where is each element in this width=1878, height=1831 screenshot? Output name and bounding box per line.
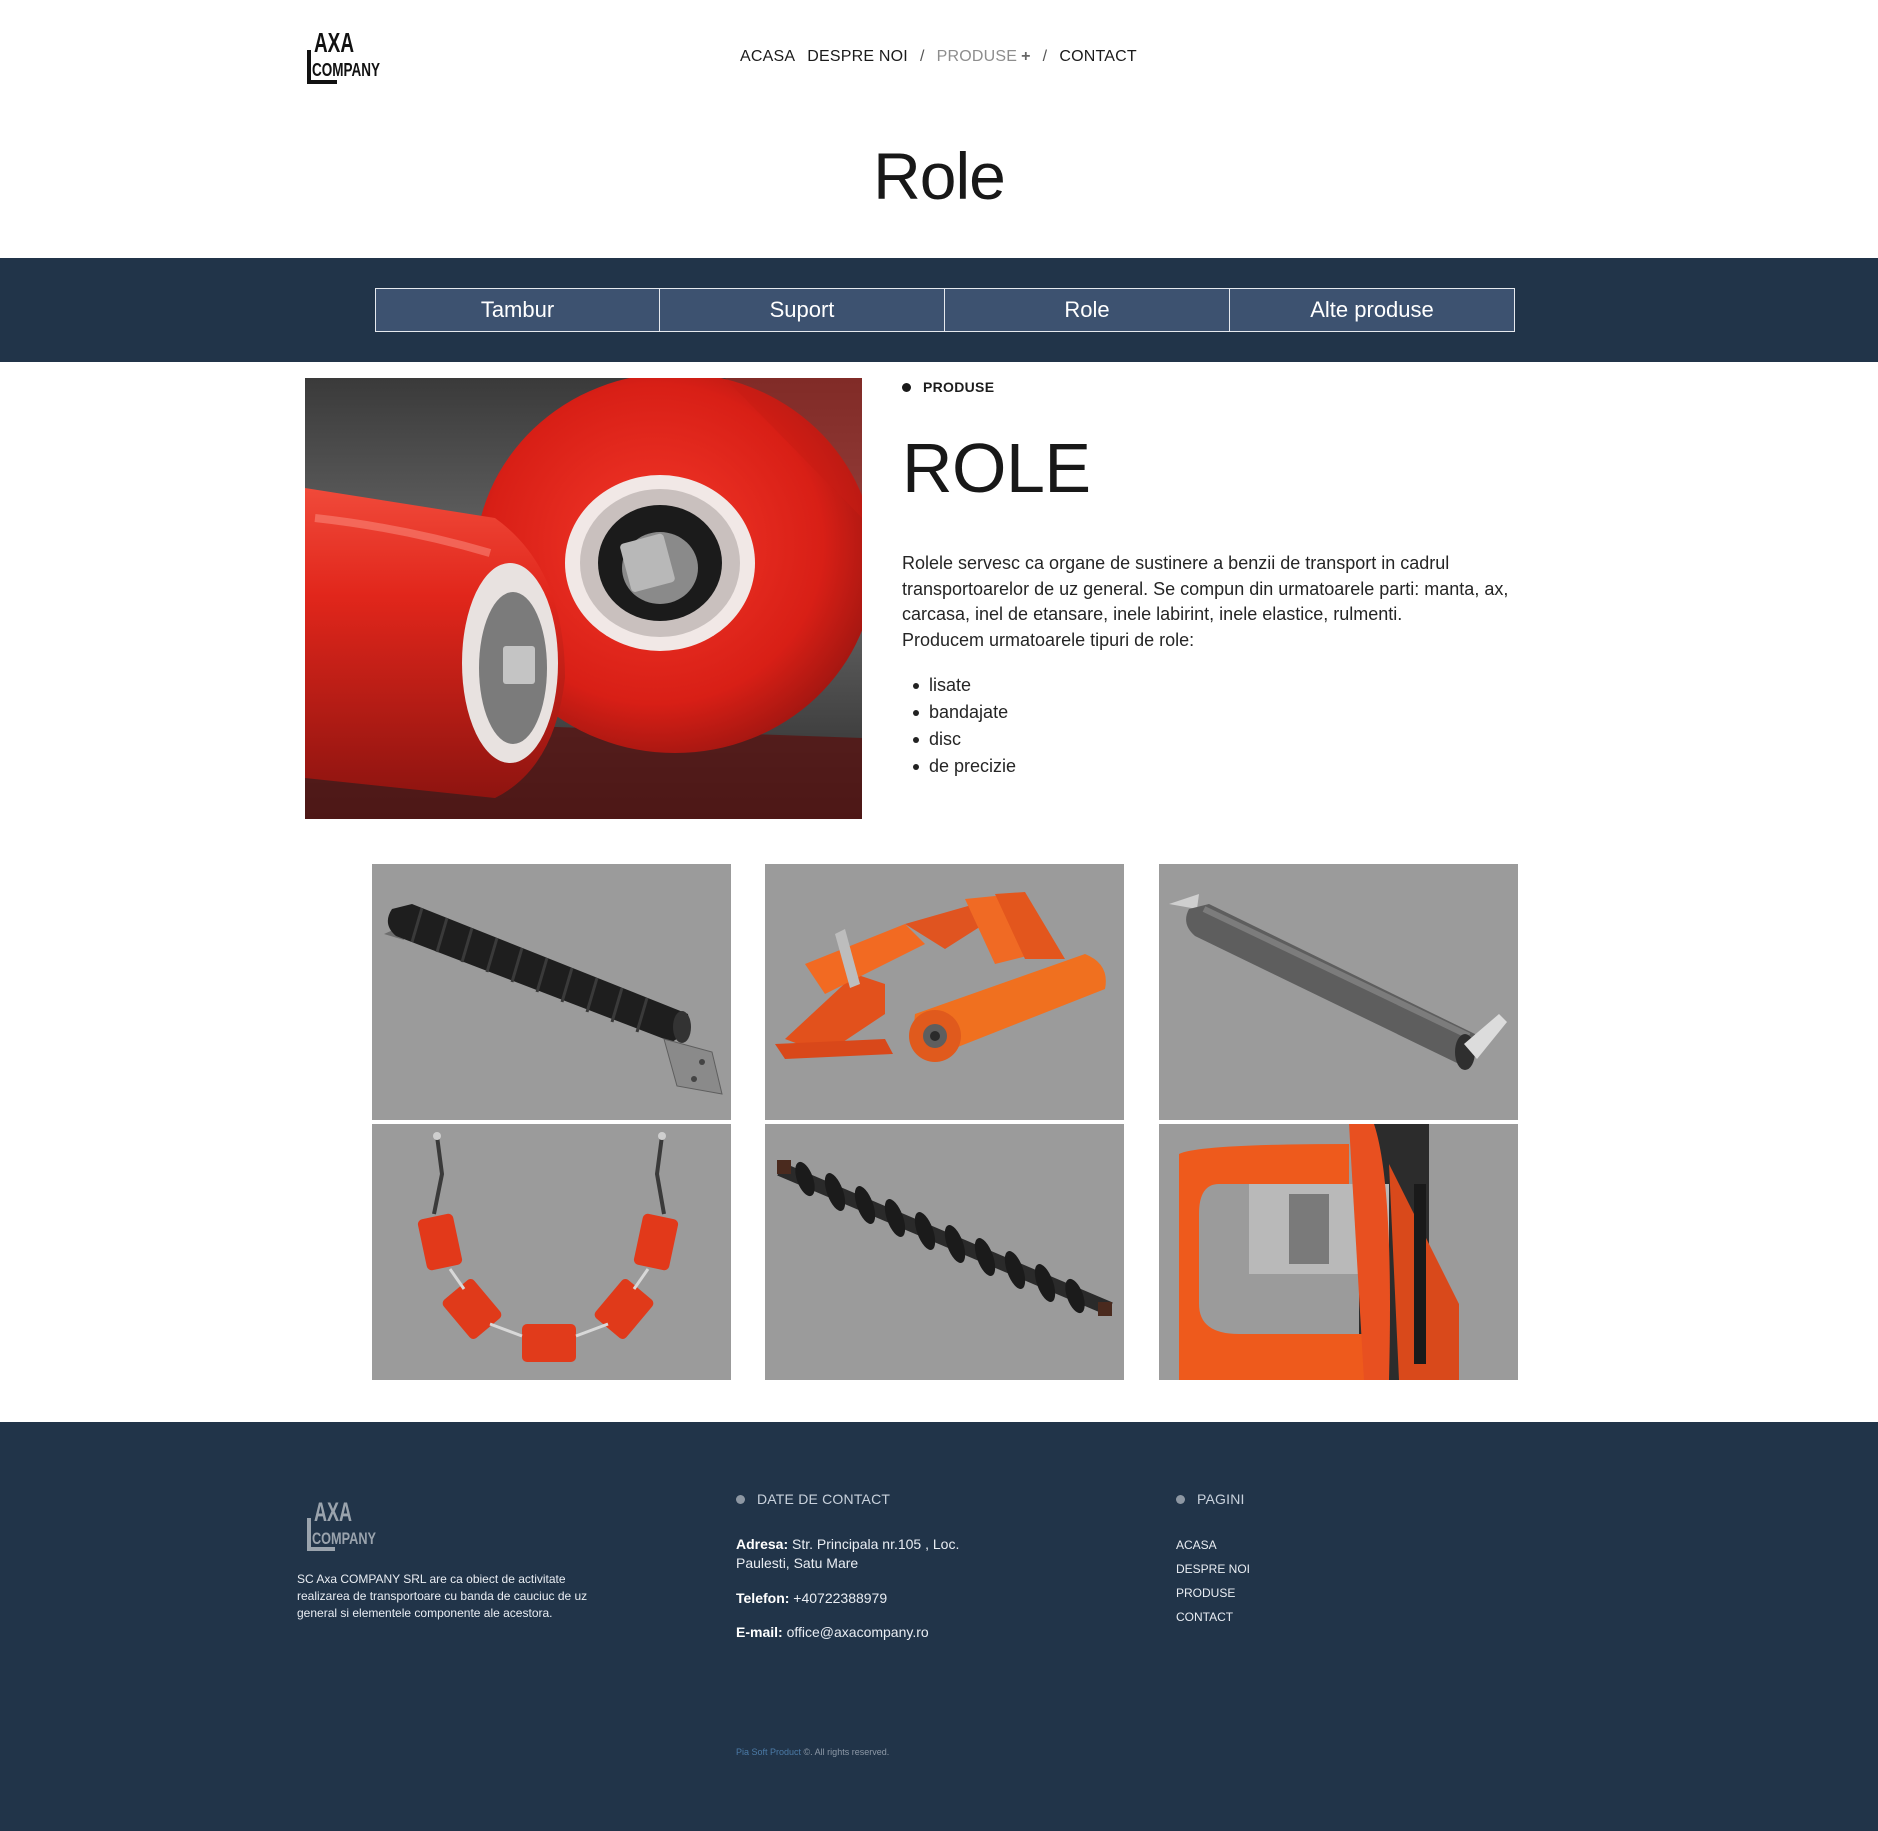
footer-phone: Telefon: +40722388979: [736, 1589, 887, 1608]
contact-heading-label: DATE DE CONTACT: [757, 1491, 891, 1507]
gallery-image-spiral-roller[interactable]: [765, 1124, 1124, 1380]
list-item: bandajate: [911, 699, 1016, 726]
footer-pages-heading: PAGINI: [1176, 1491, 1245, 1507]
eyebrow-label: PRODUSE: [923, 379, 995, 395]
footer-logo-axa: AXA: [314, 1498, 352, 1527]
page-title: Role: [873, 139, 1006, 213]
footer-email: E-mail: office@axacompany.ro: [736, 1623, 929, 1642]
tab-tambur[interactable]: Tambur: [375, 288, 660, 332]
gallery-image-return-roller[interactable]: [1159, 864, 1518, 1120]
tab-alte-produse[interactable]: Alte produse: [1230, 288, 1515, 332]
copyright-text: ©. All rights reserved.: [801, 1747, 890, 1757]
nav-separator: /: [1042, 48, 1048, 65]
nav-contact[interactable]: CONTACT: [1059, 48, 1137, 66]
email-value[interactable]: office@axacompany.ro: [787, 1624, 929, 1640]
gallery-image-impact-roller[interactable]: [372, 864, 731, 1120]
footer-about-text: SC Axa COMPANY SRL are ca obiect de acti…: [297, 1572, 588, 1620]
logo-text-company: COMPANY: [312, 60, 380, 80]
footer-address: Adresa: Str. Principala nr.105 , Loc. Pa…: [736, 1535, 996, 1573]
hero-roller-image: [305, 378, 862, 819]
company-logo[interactable]: AXA COMPANY: [306, 27, 382, 86]
list-item: lisate: [911, 672, 1016, 699]
description-text: Rolele servesc ca organe de sustinere a …: [902, 553, 1509, 624]
section-eyebrow: PRODUSE: [902, 379, 994, 395]
phone-label: Telefon:: [736, 1590, 790, 1606]
gallery-image-bracket-closeup[interactable]: [1159, 1124, 1518, 1380]
product-description: Rolele servesc ca organe de sustinere a …: [902, 551, 1542, 653]
bullet-dot-icon: [902, 382, 911, 392]
tab-suport[interactable]: Suport: [660, 288, 945, 332]
address-line1: Str. Principala nr.105 , Loc.: [792, 1536, 960, 1552]
description-list-intro: Producem urmatoarele tipuri de role:: [902, 629, 1195, 650]
nav-produse-label: PRODUSE: [936, 48, 1018, 65]
logo-text-axa: AXA: [314, 28, 354, 58]
footer-link-acasa[interactable]: ACASA: [1176, 1533, 1250, 1557]
main-nav: ACASA DESPRE NOI / PRODUSE + / CONTACT: [740, 48, 1137, 66]
list-item: disc: [911, 726, 1016, 753]
footer-logo[interactable]: AXA COMPANY: [306, 1497, 378, 1553]
tab-role[interactable]: Role: [945, 288, 1230, 332]
copyright-brand-link[interactable]: Pia Soft Product: [736, 1747, 801, 1757]
phone-value[interactable]: +40722388979: [793, 1590, 887, 1606]
nav-acasa[interactable]: ACASA: [740, 48, 795, 66]
gallery-image-troughing-idler[interactable]: [765, 864, 1124, 1120]
footer-contact-heading: DATE DE CONTACT: [736, 1491, 890, 1507]
footer-logo-company: COMPANY: [312, 1529, 376, 1548]
footer-link-despre-noi[interactable]: DESPRE NOI: [1176, 1557, 1250, 1581]
nav-produse[interactable]: PRODUSE +: [937, 48, 1031, 66]
footer-link-produse[interactable]: PRODUSE: [1176, 1581, 1250, 1605]
roller-types-list: lisate bandajate disc de precizie: [911, 672, 1016, 780]
site-footer: [0, 1422, 1878, 1831]
product-heading: ROLE: [902, 429, 1091, 507]
nav-separator: /: [919, 48, 925, 65]
email-label: E-mail:: [736, 1624, 783, 1640]
list-item: de precizie: [911, 753, 1016, 780]
bullet-dot-icon: [736, 1494, 745, 1504]
bullet-dot-icon: [1176, 1494, 1185, 1504]
pages-heading-label: PAGINI: [1197, 1491, 1245, 1507]
footer-link-contact[interactable]: CONTACT: [1176, 1605, 1250, 1629]
address-label: Adresa:: [736, 1536, 789, 1552]
gallery-image-garland-rollers[interactable]: [372, 1124, 731, 1380]
copyright: Pia Soft Product ©. All rights reserved.: [736, 1747, 889, 1757]
footer-pages-list: ACASA DESPRE NOI PRODUSE CONTACT: [1176, 1533, 1250, 1629]
nav-produse-plus[interactable]: +: [1021, 48, 1031, 65]
category-tabs: Tambur Suport Role Alte produse: [375, 288, 1515, 332]
nav-despre-noi[interactable]: DESPRE NOI: [807, 48, 908, 66]
address-line2: Paulesti, Satu Mare: [736, 1555, 859, 1571]
